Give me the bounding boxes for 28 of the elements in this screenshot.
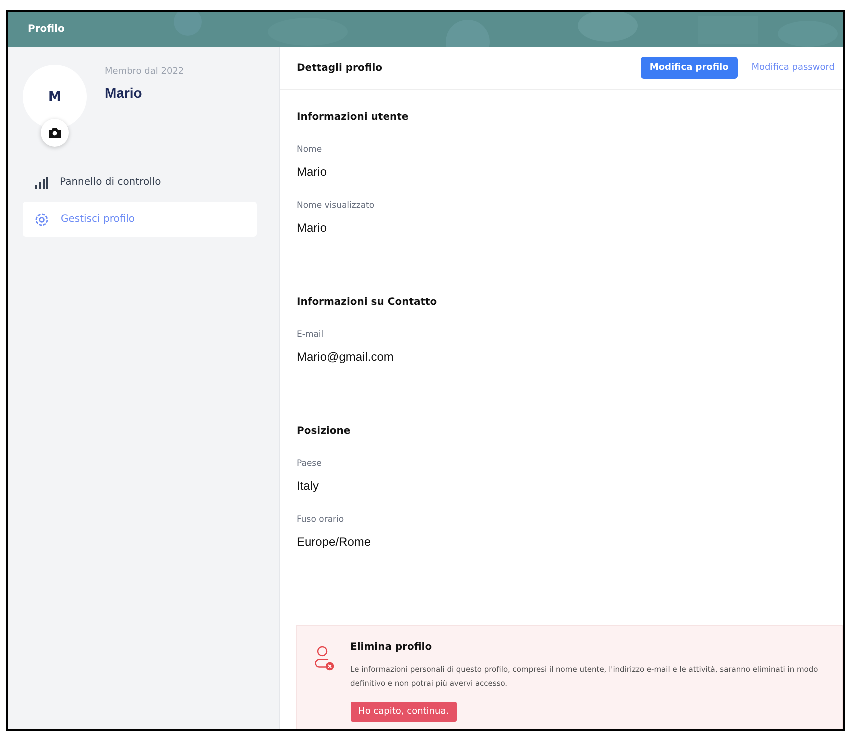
field-label: Paese (297, 459, 323, 469)
field-label: Nome (297, 145, 324, 155)
field-label: Nome visualizzato (297, 201, 376, 211)
field-value: Italy (297, 479, 320, 493)
change-password-link[interactable]: Modifica password (752, 63, 835, 73)
section-title: Posizione (297, 426, 352, 437)
delete-title: Elimina profilo (350, 642, 434, 653)
camera-icon (49, 128, 61, 138)
bar-chart-icon (35, 176, 48, 188)
section-title: Informazioni utente (297, 112, 410, 123)
sidebar-item[interactable]: Pannello di controllo (23, 165, 257, 200)
page-title: Profilo (28, 24, 65, 35)
sidebar-item[interactable]: Gestisci profilo (23, 202, 257, 237)
field-label: E-mail (297, 330, 325, 340)
field-value: Mario (297, 221, 328, 235)
edit-profile-button[interactable]: Modifica profilo (640, 57, 738, 79)
camera-button[interactable] (41, 119, 69, 147)
settings-icon (35, 212, 49, 226)
field-value: Europe/Rome (297, 535, 372, 549)
field-value: Mario@gmail.com (297, 350, 395, 364)
avatar: M (23, 65, 87, 129)
panel-title: Dettagli profilo (297, 62, 384, 74)
section-title: Informazioni su Contatto (297, 297, 438, 308)
field-label: Fuso orario (297, 515, 346, 525)
confirm-delete-button[interactable]: Ho capito, continua. (350, 702, 458, 722)
member-since: Membro dal 2022 (105, 67, 184, 77)
field-value: Mario (297, 165, 328, 179)
user-name: Mario (105, 85, 144, 101)
